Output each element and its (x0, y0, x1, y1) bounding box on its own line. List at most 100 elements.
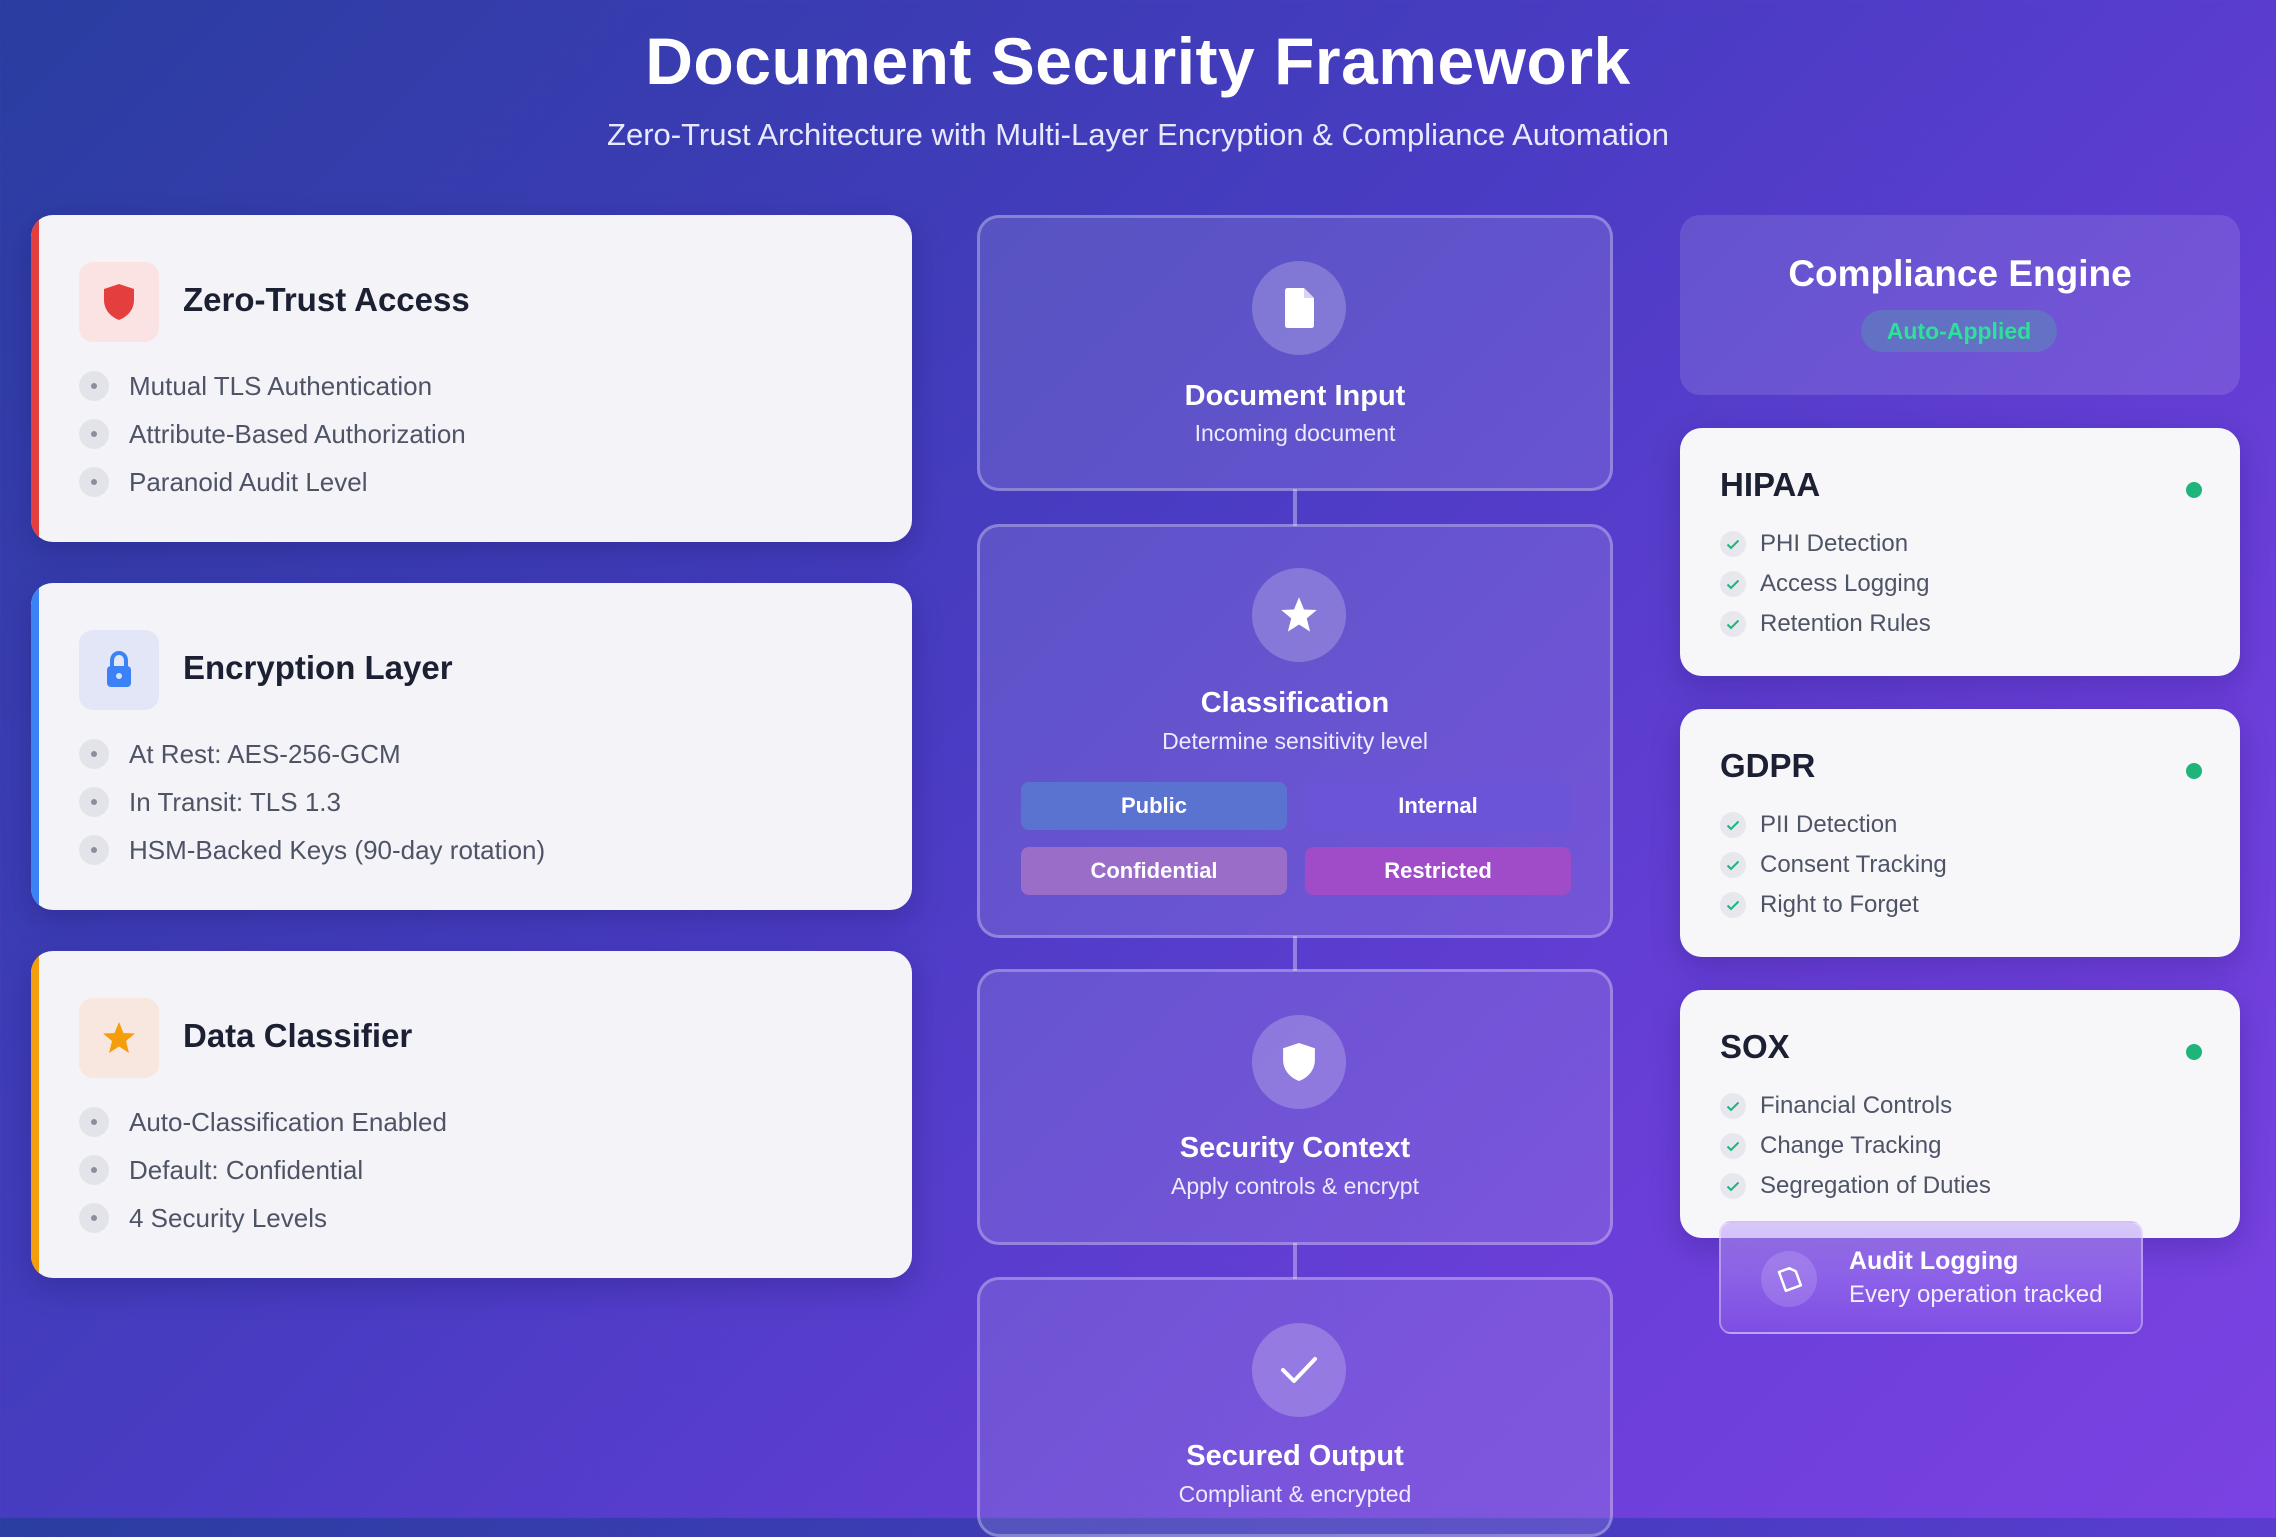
list-item-label: Auto-Classification Enabled (129, 1106, 447, 1137)
sensitivity-levels: Public Internal Confidential Restricted (1021, 782, 1575, 895)
list-item: Attribute-Based Authorization (79, 410, 466, 458)
list-item-label: Segregation of Duties (1760, 1172, 1991, 1199)
list-item-label: Change Tracking (1760, 1132, 1942, 1159)
shield-icon (79, 262, 159, 342)
bullet-icon (79, 467, 109, 497)
list-item: Paranoid Audit Level (79, 458, 466, 506)
compliance-item-list: Financial Controls Change Tracking Segre… (1720, 1086, 1991, 1206)
card-item-list: Mutual TLS Authentication Attribute-Base… (79, 362, 466, 506)
compliance-engine-header: Compliance Engine Auto-Applied (1680, 215, 2240, 395)
flow-step-title: Secured Output (1186, 1440, 1404, 1472)
list-item: PHI Detection (1720, 524, 1931, 564)
flow-connector (1293, 936, 1297, 971)
flow-step-document-input: Document Input Incoming document (977, 215, 1613, 491)
compliance-item-list: PHI Detection Access Logging Retention R… (1720, 524, 1931, 644)
bullet-icon (79, 739, 109, 769)
card-title: Data Classifier (183, 1017, 413, 1054)
flow-step-security-context: Security Context Apply controls & encryp… (977, 969, 1613, 1245)
bullet-icon (79, 371, 109, 401)
card-accent-stripe (31, 583, 39, 910)
compliance-card-title: GDPR (1720, 747, 1816, 784)
list-item-label: Consent Tracking (1760, 851, 1947, 878)
card-item-list: Auto-Classification Enabled Default: Con… (79, 1098, 447, 1242)
flow-connector (1293, 489, 1297, 526)
check-icon (1720, 1093, 1746, 1119)
bullet-icon (79, 1107, 109, 1137)
bullet-icon (79, 835, 109, 865)
check-icon (1720, 531, 1746, 557)
status-dot-icon (2186, 763, 2202, 779)
card-title: Zero-Trust Access (183, 281, 470, 318)
list-item-label: Access Logging (1760, 570, 1930, 597)
compliance-card-hipaa: HIPAA PHI Detection Access Logging Reten… (1680, 428, 2240, 676)
compliance-card-title: SOX (1720, 1028, 1790, 1065)
check-icon (1720, 571, 1746, 597)
zero-trust-access-card: Zero-Trust Access Mutual TLS Authenticat… (31, 215, 912, 542)
list-item-label: HSM-Backed Keys (90-day rotation) (129, 834, 546, 865)
list-item: HSM-Backed Keys (90-day rotation) (79, 826, 545, 874)
list-item: Right to Forget (1720, 885, 1947, 925)
page-subtitle: Zero-Trust Architecture with Multi-Layer… (607, 117, 1669, 152)
status-badge: Auto-Applied (1861, 310, 2057, 352)
bullet-icon (79, 787, 109, 817)
check-icon (1720, 1133, 1746, 1159)
list-item-label: Paranoid Audit Level (129, 466, 368, 497)
status-dot-icon (2186, 482, 2202, 498)
flow-step-subtitle: Determine sensitivity level (1162, 728, 1428, 754)
compliance-card-gdpr: GDPR PII Detection Consent Tracking Righ… (1680, 709, 2240, 957)
bullet-icon (79, 1155, 109, 1185)
flow-connector (1293, 1243, 1297, 1279)
list-item-label: Default: Confidential (129, 1154, 364, 1185)
flow-step-title: Classification (1200, 687, 1390, 719)
check-icon (1720, 812, 1746, 838)
list-item-label: Financial Controls (1760, 1092, 1953, 1119)
list-item: PII Detection (1720, 805, 1947, 845)
list-item: At Rest: AES-256-GCM (79, 730, 545, 778)
card-accent-stripe (31, 215, 39, 542)
list-item: 4 Security Levels (79, 1194, 447, 1242)
document-icon (1252, 261, 1346, 355)
card-title: Encryption Layer (183, 649, 453, 686)
compliance-item-list: PII Detection Consent Tracking Right to … (1720, 805, 1947, 925)
star-icon (79, 998, 159, 1078)
check-icon (1720, 1173, 1746, 1199)
list-item-label: At Rest: AES-256-GCM (129, 738, 401, 769)
list-item: Access Logging (1720, 564, 1931, 604)
list-item: Auto-Classification Enabled (79, 1098, 447, 1146)
list-item-label: Retention Rules (1760, 610, 1931, 637)
clipboard-icon (1761, 1251, 1817, 1307)
list-item: Default: Confidential (79, 1146, 447, 1194)
list-item: Retention Rules (1720, 604, 1931, 644)
flow-step-subtitle: Incoming document (1194, 420, 1396, 446)
card-accent-stripe (31, 951, 39, 1278)
list-item: Mutual TLS Authentication (79, 362, 466, 410)
flow-step-title: Document Input (1184, 380, 1406, 412)
audit-logging-panel: Audit Logging Every operation tracked (1719, 1221, 2143, 1334)
list-item-label: 4 Security Levels (129, 1202, 327, 1233)
card-item-list: At Rest: AES-256-GCM In Transit: TLS 1.3… (79, 730, 545, 874)
list-item: Segregation of Duties (1720, 1166, 1991, 1206)
list-item-label: In Transit: TLS 1.3 (129, 786, 341, 817)
data-classifier-card: Data Classifier Auto-Classification Enab… (31, 951, 912, 1278)
bullet-icon (79, 1203, 109, 1233)
flow-step-classification: Classification Determine sensitivity lev… (977, 524, 1613, 938)
list-item-label: PII Detection (1760, 811, 1898, 838)
encryption-layer-card: Encryption Layer At Rest: AES-256-GCM In… (31, 583, 912, 910)
level-public: Public (1021, 782, 1287, 830)
list-item-label: Mutual TLS Authentication (129, 370, 433, 401)
flow-step-secured-output: Secured Output Compliant & encrypted (977, 1277, 1613, 1537)
list-item: Change Tracking (1720, 1126, 1991, 1166)
status-dot-icon (2186, 1044, 2202, 1060)
flow-step-subtitle: Apply controls & encrypt (1170, 1173, 1419, 1199)
check-icon (1252, 1323, 1346, 1417)
bullet-icon (79, 419, 109, 449)
list-item: Financial Controls (1720, 1086, 1991, 1126)
check-icon (1720, 852, 1746, 878)
page-title: Document Security Framework (645, 24, 1631, 98)
list-item: In Transit: TLS 1.3 (79, 778, 545, 826)
flow-step-subtitle: Compliant & encrypted (1178, 1481, 1412, 1507)
level-restricted: Restricted (1305, 847, 1571, 895)
list-item-label: Right to Forget (1760, 891, 1919, 918)
header: Document Security Framework Zero-Trust A… (0, 22, 2276, 154)
audit-title: Audit Logging (1849, 1247, 2019, 1275)
